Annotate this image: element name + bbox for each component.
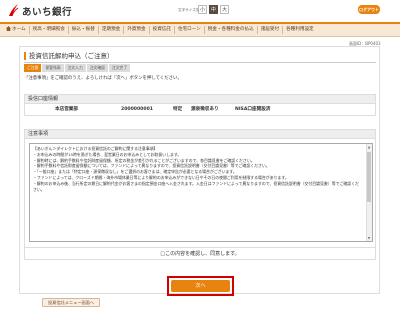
back-to-menu-button[interactable]: 投資信託メニュー画面へ bbox=[42, 298, 100, 307]
account-info-row: 本店営業部 2000000001 特定 源泉徴収あり NISA口座開設済 bbox=[24, 104, 376, 116]
font-size-small-button[interactable]: 小 bbox=[198, 5, 207, 14]
logout-button[interactable]: ログアウト bbox=[358, 5, 380, 14]
step-order-complete: 注文完了 bbox=[108, 64, 131, 72]
scroll-up-icon[interactable]: ▲ bbox=[367, 145, 371, 149]
nav-item-foreign-deposit[interactable]: 外貨預金 bbox=[124, 26, 150, 34]
bank-name: あいち銀行 bbox=[22, 7, 73, 18]
nav-item-notifications[interactable]: 諸届受付 bbox=[258, 26, 284, 34]
nav-item-housing-loan[interactable]: 住宅ローン bbox=[175, 26, 205, 34]
nav-item-home[interactable]: ホーム bbox=[3, 26, 30, 34]
notes-textarea[interactable]: 【あいぎん＞ダイレクトにおける投資信託のご解約に関する注意事項】 ・お申込みの時… bbox=[29, 143, 373, 242]
nav-item-time-deposit[interactable]: 定期預金 bbox=[99, 26, 125, 34]
main-content: 投資信託解約申込（ご注意） ご注意 保管残高 注文入力 注文確認 注文完了 「注… bbox=[19, 46, 380, 294]
nav-item-balance[interactable]: 残高・明細照会 bbox=[30, 26, 69, 34]
nav-item-tax-payment[interactable]: 税金・各種料金の払込 bbox=[205, 26, 258, 34]
notes-section-heading: 注意事項 bbox=[24, 129, 376, 139]
agreement-row[interactable]: □この内容を確認し、同意します。 bbox=[24, 248, 376, 260]
account-number: 2000000001 bbox=[121, 107, 153, 112]
account-nisa-status: NISA口座開設済 bbox=[235, 107, 271, 112]
scroll-down-icon[interactable]: ▼ bbox=[367, 236, 371, 240]
notes-container: 【あいぎん＞ダイレクトにおける投資信託のご解約に関する注意事項】 ・お申込みの時… bbox=[24, 139, 376, 248]
title-divider bbox=[24, 62, 376, 63]
step-order-confirm: 注文確認 bbox=[86, 64, 108, 72]
account-type: 特定 bbox=[173, 107, 183, 112]
notes-scrollbar[interactable]: ▲ ▼ bbox=[366, 144, 372, 241]
step-order-input: 注文入力 bbox=[64, 64, 86, 72]
scroll-thumb[interactable] bbox=[367, 152, 371, 202]
step-notice: ご注意 bbox=[24, 64, 42, 72]
main-nav: ホーム 残高・明細照会 振込・振替 定期預金 外貨預金 投資信託 住宅ローン 税… bbox=[0, 22, 400, 37]
account-branch: 本店営業部 bbox=[55, 107, 78, 112]
font-size-medium-button[interactable]: 中 bbox=[209, 5, 218, 14]
nav-item-settings[interactable]: 各種利用設定 bbox=[283, 26, 317, 34]
home-icon bbox=[6, 26, 11, 31]
page-title: 投資信託解約申込（ご注意） bbox=[24, 52, 114, 60]
nav-item-investment-trust[interactable]: 投資信託 bbox=[150, 26, 175, 34]
font-size-large-button[interactable]: 大 bbox=[220, 5, 229, 14]
step-indicator: ご注意 保管残高 注文入力 注文確認 注文完了 bbox=[24, 64, 131, 72]
nav-item-transfer[interactable]: 振込・振替 bbox=[69, 26, 99, 34]
bank-logo-icon bbox=[9, 4, 19, 17]
account-withholding: 源泉徴収あり bbox=[191, 107, 219, 112]
step-holdings: 保管残高 bbox=[42, 64, 64, 72]
header: あいち銀行 文字サイズ変更 小 中 大 ログアウト bbox=[0, 0, 400, 22]
agreement-label[interactable]: □この内容を確認し、同意します。 bbox=[160, 251, 239, 257]
next-button[interactable]: 次へ bbox=[171, 280, 230, 292]
next-button-highlight: 次へ bbox=[167, 276, 234, 296]
instruction-text: 「注意事項」をご確認のうえ、よろしければ「次へ」ボタンを押してください。 bbox=[24, 76, 182, 81]
notes-text: 【あいぎん＞ダイレクトにおける投資信託のご解約に関する注意事項】 ・お申込みの時… bbox=[33, 146, 359, 192]
account-section-heading: 投信口座情報 bbox=[24, 94, 376, 104]
